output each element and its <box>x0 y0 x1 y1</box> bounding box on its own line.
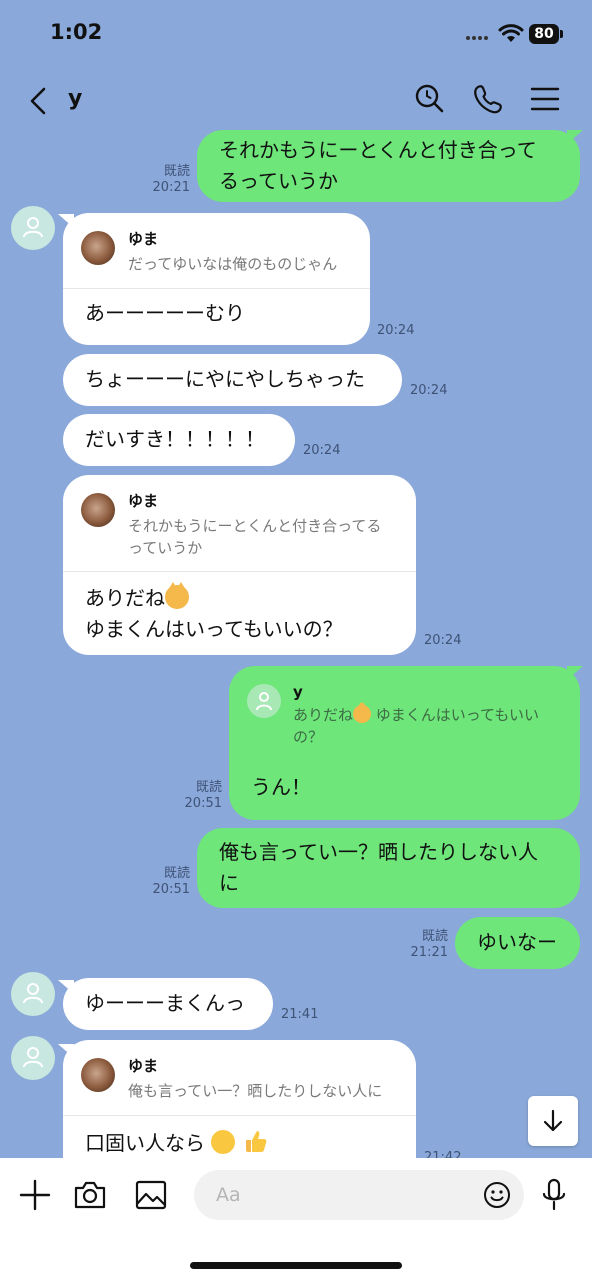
read-receipt: 既読 20:21 <box>152 164 190 195</box>
avatar[interactable] <box>11 972 55 1016</box>
read-receipt: 既読 21:21 <box>410 929 448 960</box>
reply-quote: ありだね ゆまくんはいってもいい の？ <box>293 702 539 746</box>
pleading-emoji <box>211 1130 236 1154</box>
wifi-icon <box>498 24 524 42</box>
message-text: ちょーーーにやにやしちゃった <box>85 367 365 391</box>
message-bubble-outgoing[interactable]: y ありだね ゆまくんはいってもいい の？ うん！ <box>229 666 580 820</box>
message-text: ありだね ゆまくんはいってもいいの？ <box>85 582 343 641</box>
read-receipt: 既読 20:51 <box>152 866 190 897</box>
message-bubble-incoming[interactable]: ゆーーーまくんっ <box>63 978 273 1030</box>
chat-header: y <box>0 70 592 132</box>
reply-divider <box>63 571 416 572</box>
camera-icon[interactable] <box>73 1178 107 1212</box>
message-text: 口固い人なら <box>85 1128 268 1158</box>
reply-name: ゆま <box>128 230 159 248</box>
message-time: 20:24 <box>303 443 341 458</box>
message-bubble-incoming[interactable]: ゆま だってゆいなは俺のものじゃん あーーーーーむり <box>63 213 370 345</box>
message-text: だいすき！！！！！ <box>85 427 265 451</box>
thumbs-up-emoji <box>245 1131 267 1152</box>
message-bubble-outgoing[interactable]: 俺も言ってい一？晒したりしない人に <box>197 828 580 908</box>
message-input[interactable] <box>194 1170 524 1220</box>
message-text: ゆーーーまくんっ <box>85 991 245 1015</box>
message-input-bar <box>0 1158 592 1280</box>
home-indicator <box>190 1262 402 1269</box>
phone-icon[interactable] <box>471 82 505 116</box>
image-icon[interactable] <box>134 1178 168 1212</box>
reply-avatar <box>247 684 281 718</box>
message-bubble-incoming[interactable]: ちょーーーにやにやしちゃった <box>63 354 402 406</box>
cat-emoji <box>165 582 189 609</box>
message-bubble-incoming[interactable]: ゆま 俺も言ってい一？晒したりしない人に 口固い人なら <box>63 1040 416 1158</box>
reply-name: y <box>293 683 303 701</box>
message-time: 21:41 <box>281 1007 319 1022</box>
plus-icon[interactable] <box>18 1178 52 1212</box>
bubble-tail <box>567 666 583 680</box>
chat-title: y <box>68 86 83 111</box>
message-bubble-outgoing[interactable]: ゆいなー <box>455 917 580 969</box>
message-bubble-outgoing[interactable]: それかもうにーとくんと付き合って るっていうか <box>197 130 580 202</box>
reply-avatar <box>81 493 115 527</box>
reply-divider <box>63 1115 416 1116</box>
avatar[interactable] <box>11 206 55 250</box>
reply-name: ゆま <box>128 492 159 510</box>
search-icon[interactable] <box>412 82 446 116</box>
reply-name: ゆま <box>128 1057 159 1075</box>
avatar[interactable] <box>11 1036 55 1080</box>
scroll-to-bottom-button[interactable] <box>528 1096 578 1146</box>
reply-avatar <box>81 231 115 265</box>
message-time: 21:42 <box>424 1150 462 1158</box>
bubble-tail <box>567 130 583 144</box>
message-text: ゆいなー <box>477 930 557 954</box>
battery-cap <box>560 30 563 38</box>
reply-avatar <box>81 1058 115 1092</box>
menu-icon[interactable] <box>528 82 562 116</box>
back-icon[interactable] <box>24 84 54 118</box>
signal-icon <box>466 36 494 40</box>
message-time: 20:24 <box>377 323 415 338</box>
chat-area[interactable]: 既読 20:21 それかもうにーとくんと付き合って るっていうか ゆま だってゆいな… <box>0 130 592 1158</box>
reply-divider <box>63 288 370 289</box>
message-time: 20:24 <box>410 383 448 398</box>
arrow-down-icon <box>543 1109 563 1132</box>
message-time: 20:24 <box>424 633 462 648</box>
message-bubble-incoming[interactable]: ゆま それかもうにーとくんと付き合ってる っていうか ありだね ゆまくんはいっても… <box>63 475 416 655</box>
reply-quote: 俺も言ってい一？晒したりしない人に <box>128 1082 383 1100</box>
message-bubble-incoming[interactable]: だいすき！！！！！ <box>63 414 295 466</box>
emoji-icon[interactable] <box>482 1180 512 1210</box>
message-text: うん！ <box>251 775 311 799</box>
status-bar: 1:02 80 <box>0 0 592 70</box>
mic-icon[interactable] <box>539 1178 569 1212</box>
read-receipt: 既読 20:51 <box>184 780 222 811</box>
status-time: 1:02 <box>50 20 103 44</box>
reply-quote: それかもうにーとくんと付き合ってる っていうか <box>128 517 382 557</box>
cat-emoji <box>353 702 372 723</box>
battery-indicator: 80 <box>529 24 559 44</box>
message-text: あーーーーーむり <box>85 301 245 325</box>
reply-quote: だってゆいなは俺のものじゃん <box>128 255 338 273</box>
